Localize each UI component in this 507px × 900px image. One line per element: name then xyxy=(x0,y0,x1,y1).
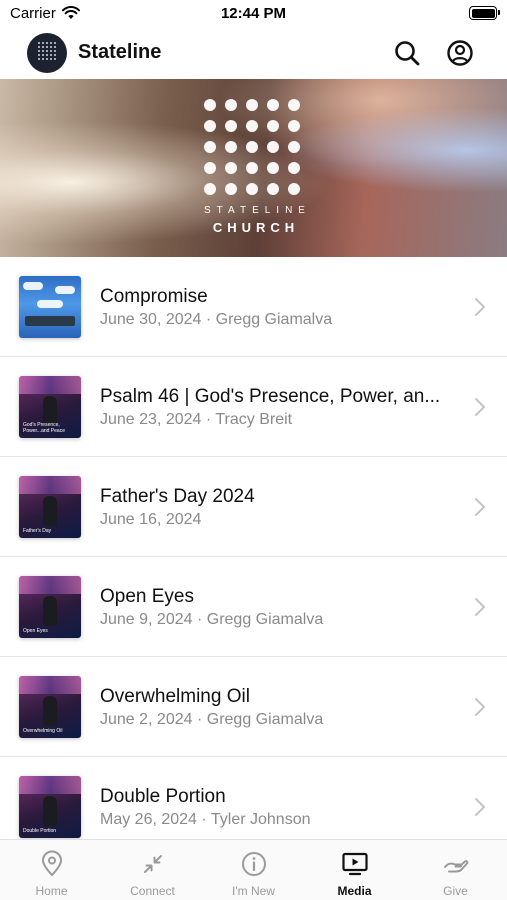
media-thumbnail: Overwhelming Oil xyxy=(19,676,81,738)
tab-bar: Home Connect I'm New Media Give xyxy=(0,839,507,900)
chevron-right-icon xyxy=(475,398,485,416)
media-title: Double Portion xyxy=(100,786,226,807)
media-play-icon xyxy=(342,852,368,876)
tab-label: Connect xyxy=(130,884,175,898)
tab-label: Home xyxy=(35,884,68,898)
media-thumbnail: Open Eyes xyxy=(19,576,81,638)
connect-arrows-icon xyxy=(144,855,162,873)
account-icon xyxy=(447,40,473,66)
chevron-right-icon xyxy=(475,498,485,516)
hero-church-logo: STATELINE CHURCH xyxy=(200,99,308,235)
media-thumbnail: God's Presence, Power...and Peace xyxy=(19,376,81,438)
church-logo xyxy=(27,33,67,73)
media-thumbnail: Double Portion xyxy=(19,776,81,838)
media-title: Open Eyes xyxy=(100,586,194,607)
chevron-right-icon xyxy=(475,298,485,316)
clock: 12:44 PM xyxy=(220,5,287,22)
tab-im-new[interactable]: I'm New xyxy=(203,840,304,900)
media-list-item[interactable]: Father's Day Father's Day 2024 June 16, … xyxy=(0,457,507,557)
tab-media[interactable]: Media xyxy=(304,840,405,900)
tab-label: Media xyxy=(337,884,372,898)
status-bar: Carrier 12:44 PM xyxy=(0,0,507,30)
media-list-item[interactable]: Open Eyes Open Eyes June 9, 2024 · Gregg… xyxy=(0,557,507,657)
search-icon xyxy=(395,41,420,66)
battery-icon xyxy=(469,6,500,20)
media-title: Overwhelming Oil xyxy=(100,686,250,707)
info-icon xyxy=(242,852,266,876)
media-title: Compromise xyxy=(100,286,208,307)
chevron-right-icon xyxy=(475,598,485,616)
search-button[interactable] xyxy=(392,38,422,68)
media-title: Father's Day 2024 xyxy=(100,486,255,507)
media-subtitle: June 2, 2024 · Gregg Giamalva xyxy=(100,711,324,728)
media-thumbnail xyxy=(19,276,81,338)
tab-label: I'm New xyxy=(232,884,275,898)
thumbnail-caption: Double Portion xyxy=(23,828,57,834)
media-subtitle: June 23, 2024 · Tracy Breit xyxy=(100,411,293,428)
media-subtitle: June 30, 2024 · Gregg Giamalva xyxy=(100,311,333,328)
location-pin-icon xyxy=(41,850,63,877)
media-thumbnail: Father's Day xyxy=(19,476,81,538)
media-subtitle: June 9, 2024 · Gregg Giamalva xyxy=(100,611,324,628)
media-list: Compromise June 30, 2024 · Gregg Giamalv… xyxy=(0,257,507,839)
tab-home[interactable]: Home xyxy=(1,840,102,900)
media-list-item[interactable]: God's Presence, Power...and Peace Psalm … xyxy=(0,357,507,457)
tab-label: Give xyxy=(443,884,468,898)
hero-title-line1: STATELINE xyxy=(204,205,311,216)
thumbnail-caption: Overwhelming Oil xyxy=(23,728,63,734)
thumbnail-caption: Open Eyes xyxy=(23,628,48,634)
app-header: Stateline xyxy=(0,30,507,78)
media-subtitle: May 26, 2024 · Tyler Johnson xyxy=(100,811,311,828)
hero-banner[interactable]: STATELINE CHURCH xyxy=(0,79,507,257)
media-subtitle: June 16, 2024 xyxy=(100,511,202,528)
chevron-right-icon xyxy=(475,798,485,816)
media-title: Psalm 46 | God's Presence, Power, an... xyxy=(100,386,441,407)
thumbnail-caption: Father's Day xyxy=(23,528,52,534)
media-list-item[interactable]: Compromise June 30, 2024 · Gregg Giamalv… xyxy=(0,257,507,357)
media-list-item[interactable]: Double Portion Double Portion May 26, 20… xyxy=(0,757,507,839)
tab-connect[interactable]: Connect xyxy=(102,840,203,900)
thumbnail-caption: God's Presence, Power...and Peace xyxy=(23,422,65,434)
chevron-right-icon xyxy=(475,698,485,716)
give-hand-icon xyxy=(444,860,469,873)
hero-title-line2: CHURCH xyxy=(212,220,300,235)
dot-grid-logo xyxy=(204,99,304,199)
app-title: Stateline xyxy=(78,41,162,63)
media-list-item[interactable]: Overwhelming Oil Overwhelming Oil June 2… xyxy=(0,657,507,757)
tab-give[interactable]: Give xyxy=(405,840,506,900)
account-button[interactable] xyxy=(445,38,475,68)
